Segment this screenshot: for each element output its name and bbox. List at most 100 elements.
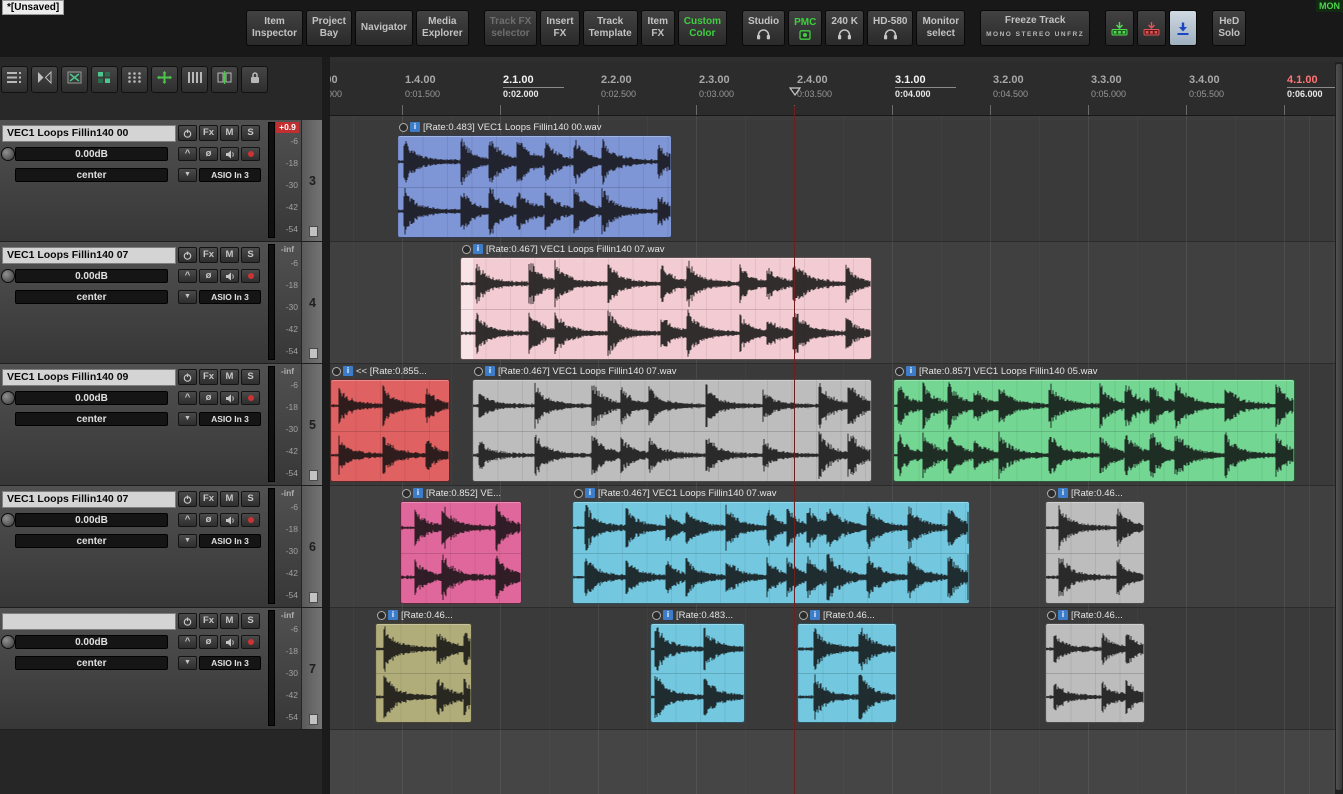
volume-field[interactable]: 0.00dB [15, 391, 168, 405]
rate-clock-icon[interactable] [462, 245, 471, 254]
media-item[interactable] [472, 379, 872, 482]
solo-button[interactable]: S [241, 247, 260, 263]
arrange-view[interactable]: i[Rate:0.483] VEC1 Loops Fillin140 00.wa… [330, 62, 1335, 794]
track-number-column[interactable]: 4 [301, 242, 323, 363]
item-info-icon[interactable]: i [485, 366, 495, 376]
phase-button[interactable]: ø [199, 391, 218, 405]
rate-clock-icon[interactable] [377, 611, 386, 620]
vertical-scrollbar[interactable] [1335, 62, 1343, 794]
media-item[interactable] [893, 379, 1295, 482]
track-number-column[interactable]: 5 [301, 364, 323, 485]
solo-button[interactable]: S [241, 613, 260, 629]
snap-squares-button[interactable] [91, 66, 118, 93]
media-item[interactable] [397, 135, 672, 238]
record-monitor-button[interactable] [220, 391, 239, 405]
input-select-field[interactable]: ASIO In 3 [199, 290, 261, 304]
volume-field[interactable]: 0.00dB [15, 635, 168, 649]
240k-monitor-button[interactable]: 240 K [825, 10, 864, 46]
item-info-icon[interactable]: i [343, 366, 353, 376]
track-fx-button[interactable]: Fx [199, 613, 218, 629]
lock-button[interactable] [241, 66, 268, 93]
trim-mode-button[interactable]: ^ [178, 391, 197, 405]
record-arm-button[interactable] [241, 269, 260, 283]
stripes-button[interactable] [181, 66, 208, 93]
rate-clock-icon[interactable] [1047, 611, 1056, 620]
volume-knob[interactable] [1, 635, 15, 649]
track-fx-button[interactable]: Fx [199, 369, 218, 385]
routing-dropdown-button[interactable]: ▼ [178, 656, 197, 670]
rate-clock-icon[interactable] [799, 611, 808, 620]
mute-button[interactable]: M [220, 613, 239, 629]
custom-color-button[interactable]: CustomColor [678, 10, 727, 46]
rate-clock-icon[interactable] [474, 367, 483, 376]
track-name-field[interactable]: VEC1 Loops Fillin140 07 [2, 491, 176, 508]
timeline-ruler[interactable]: 1.3.000:01.0001.4.000:01.5002.1.000:02.0… [330, 62, 1335, 116]
input-select-field[interactable]: ASIO In 3 [199, 168, 261, 182]
media-item[interactable] [572, 501, 970, 604]
split-item-button[interactable] [211, 66, 238, 93]
track-name-field[interactable] [2, 613, 176, 630]
phase-button[interactable]: ø [199, 269, 218, 283]
trim-mode-button[interactable]: ^ [178, 147, 197, 161]
input-select-field[interactable]: ASIO In 3 [199, 412, 261, 426]
monitor-select-button[interactable]: Monitorselect [916, 10, 965, 46]
hd580-monitor-button[interactable]: HD-580 [867, 10, 913, 46]
track-enable-button[interactable] [178, 369, 197, 385]
trim-mode-button[interactable]: ^ [178, 635, 197, 649]
volume-knob[interactable] [1, 147, 15, 161]
media-item[interactable] [1045, 501, 1145, 604]
item-info-icon[interactable]: i [410, 122, 420, 132]
rate-clock-icon[interactable] [332, 367, 341, 376]
render-download-button[interactable] [1169, 10, 1197, 46]
track-number-column[interactable]: 7 [301, 608, 323, 729]
peak-readout[interactable]: -inf [276, 610, 299, 621]
record-arm-button[interactable] [241, 513, 260, 527]
peak-readout[interactable]: -inf [276, 488, 299, 499]
rate-clock-icon[interactable] [574, 489, 583, 498]
track-fx-selector-button[interactable]: Track FXselector [484, 10, 538, 46]
mirror-flip-button[interactable] [31, 66, 58, 93]
item-info-icon[interactable]: i [413, 488, 423, 498]
record-arm-button[interactable] [241, 391, 260, 405]
mute-button[interactable]: M [220, 125, 239, 141]
media-item[interactable] [797, 623, 897, 723]
item-info-icon[interactable]: i [388, 610, 398, 620]
track-fx-button[interactable]: Fx [199, 491, 218, 507]
edit-cursor-marker[interactable] [789, 87, 801, 96]
item-info-icon[interactable]: i [663, 610, 673, 620]
solo-button[interactable]: S [241, 369, 260, 385]
track-template-button[interactable]: TrackTemplate [583, 10, 638, 46]
item-info-icon[interactable]: i [810, 610, 820, 620]
track-enable-button[interactable] [178, 613, 197, 629]
record-monitor-button[interactable] [220, 269, 239, 283]
docker-list-button[interactable] [1, 66, 28, 93]
media-item[interactable] [330, 379, 450, 482]
scrollbar-thumb[interactable] [1336, 64, 1342, 790]
phase-button[interactable]: ø [199, 147, 218, 161]
volume-knob[interactable] [1, 513, 15, 527]
media-item[interactable] [650, 623, 745, 723]
track-enable-button[interactable] [178, 491, 197, 507]
navigator-button[interactable]: Navigator [355, 10, 413, 46]
phase-button[interactable]: ø [199, 635, 218, 649]
peak-readout[interactable]: +0.9 [276, 122, 299, 133]
item-info-icon[interactable]: i [1058, 488, 1068, 498]
track-name-field[interactable]: VEC1 Loops Fillin140 00 [2, 125, 176, 142]
rate-clock-icon[interactable] [895, 367, 904, 376]
track-name-field[interactable]: VEC1 Loops Fillin140 09 [2, 369, 176, 386]
track-number-column[interactable]: 3 [301, 120, 323, 241]
input-select-field[interactable]: ASIO In 3 [199, 656, 261, 670]
move-cross-button[interactable] [151, 66, 178, 93]
volume-field[interactable]: 0.00dB [15, 513, 168, 527]
item-fx-button[interactable]: ItemFX [641, 10, 675, 46]
pan-field[interactable]: center [15, 412, 168, 426]
peak-readout[interactable]: -inf [276, 244, 299, 255]
media-item[interactable] [375, 623, 472, 723]
item-info-icon[interactable]: i [473, 244, 483, 254]
record-monitor-button[interactable] [220, 513, 239, 527]
volume-field[interactable]: 0.00dB [15, 147, 168, 161]
trim-mode-button[interactable]: ^ [178, 513, 197, 527]
rate-clock-icon[interactable] [1047, 489, 1056, 498]
pmc-monitor-button[interactable]: PMC [788, 10, 822, 46]
media-item[interactable] [1045, 623, 1145, 723]
